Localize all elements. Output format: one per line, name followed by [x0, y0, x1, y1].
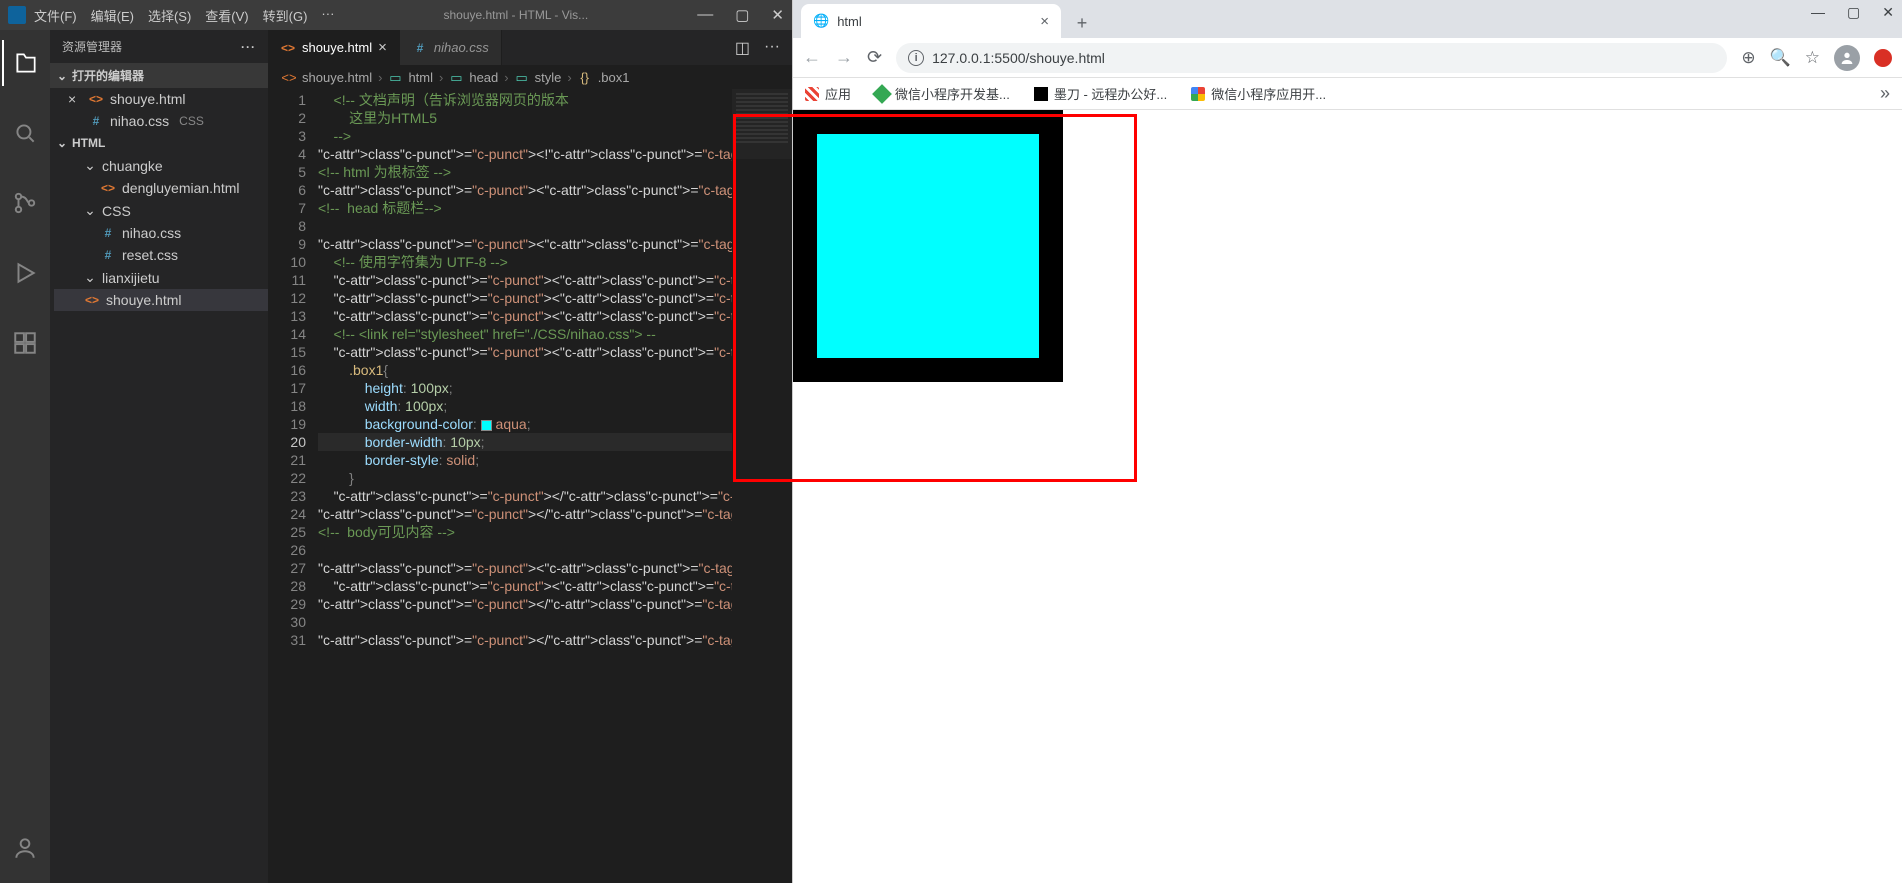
menu-bar[interactable]: 文件(F) 编辑(E) 选择(S) 查看(V) 转到(G) ··· — [34, 6, 334, 25]
chevron-down-icon: ⌄ — [56, 69, 68, 83]
forward-button[interactable]: → — [835, 47, 853, 68]
bookmark-item[interactable]: 应用 — [805, 84, 851, 103]
breadcrumb[interactable]: <>shouye.html › ▭html › ▭head › ▭style ›… — [268, 66, 792, 89]
block-icon: ▭ — [515, 71, 529, 85]
file-item[interactable]: <>dengluyemian.html — [54, 177, 268, 199]
chevron-down-icon: ⌄ — [84, 202, 96, 219]
accounts-icon[interactable] — [2, 825, 48, 871]
file-item[interactable]: #reset.css — [54, 244, 268, 266]
zoom-icon[interactable]: 🔍 — [1770, 48, 1791, 68]
split-editor-icon[interactable]: ◫ — [735, 38, 750, 58]
sidebar-title: 资源管理器 — [62, 38, 122, 55]
menu-select[interactable]: 选择(S) — [148, 6, 191, 25]
html-file-icon: <> — [100, 180, 116, 196]
editor-tabs: <> shouye.html × # nihao.css ◫ ··· — [268, 30, 792, 66]
open-editor-item[interactable]: × <> shouye.html — [54, 88, 268, 110]
menu-more[interactable]: ··· — [321, 6, 334, 25]
new-tab-button[interactable]: + — [1067, 8, 1097, 38]
menu-view[interactable]: 查看(V) — [205, 6, 248, 25]
source-control-icon[interactable] — [2, 180, 48, 226]
tab-nihao[interactable]: # nihao.css — [400, 30, 502, 65]
vscode-logo-icon — [8, 6, 26, 24]
section-open-editors[interactable]: ⌄ 打开的编辑器 — [50, 63, 268, 88]
run-debug-icon[interactable] — [2, 250, 48, 296]
folder-chuangke[interactable]: ⌄chuangke — [54, 154, 268, 177]
html-file-icon: <> — [280, 40, 296, 56]
folder-css[interactable]: ⌄CSS — [54, 199, 268, 222]
bookmark-icon — [805, 87, 819, 101]
html-file-icon: <> — [88, 91, 104, 107]
file-item[interactable]: #nihao.css — [54, 222, 268, 244]
menu-goto[interactable]: 转到(G) — [263, 6, 308, 25]
close-tab-icon[interactable]: × — [378, 39, 387, 56]
activity-bar — [0, 30, 50, 883]
bookmarks-overflow-icon[interactable]: » — [1880, 83, 1890, 104]
sidebar-more-icon[interactable]: ··· — [241, 40, 256, 54]
browser-tab-strip: 🌐 html × + — ▢ ✕ — [793, 0, 1902, 38]
address-bar[interactable]: i 127.0.0.1:5500/shouye.html — [896, 43, 1727, 73]
brace-icon: {} — [578, 71, 592, 85]
css-file-icon: # — [100, 225, 116, 241]
maximize-icon[interactable]: ▢ — [1847, 4, 1860, 21]
close-window-icon[interactable]: ✕ — [771, 6, 784, 24]
html-file-icon: <> — [282, 71, 296, 85]
bookmark-icon — [872, 84, 892, 104]
minimize-icon[interactable]: — — [1811, 4, 1825, 21]
rendered-box1 — [793, 110, 1063, 382]
browser-tab[interactable]: 🌐 html × — [801, 4, 1061, 38]
profile-avatar-icon[interactable] — [1834, 45, 1860, 71]
css-file-icon: # — [88, 113, 104, 129]
site-info-icon[interactable]: i — [908, 50, 924, 66]
browser-window: 🌐 html × + — ▢ ✕ ← → ⟳ i 127.0.0.1:5500/… — [792, 0, 1902, 883]
explorer-icon[interactable] — [2, 40, 48, 86]
block-icon: ▭ — [449, 71, 463, 85]
translate-icon[interactable]: ⊕ — [1741, 48, 1755, 68]
bookmark-icon — [1034, 87, 1048, 101]
html-file-icon: <> — [84, 292, 100, 308]
update-indicator-icon[interactable] — [1874, 49, 1892, 67]
sidebar-explorer: 资源管理器 ··· ⌄ 打开的编辑器 × <> shouye.html # ni… — [50, 30, 268, 883]
reload-button[interactable]: ⟳ — [867, 47, 882, 68]
open-editor-item[interactable]: # nihao.css CSS — [54, 110, 268, 132]
tab-shouye[interactable]: <> shouye.html × — [268, 30, 400, 65]
window-title: shouye.html - HTML - Vis... — [334, 8, 697, 22]
bookmark-item[interactable]: 墨刀 - 远程办公好... — [1034, 84, 1167, 103]
editor-group: <> shouye.html × # nihao.css ◫ ··· <>sho… — [268, 30, 792, 883]
bookmark-item[interactable]: 微信小程序应用开... — [1191, 84, 1326, 103]
css-file-icon: # — [100, 247, 116, 263]
bookmark-star-icon[interactable]: ☆ — [1805, 48, 1820, 68]
minimize-icon[interactable]: — — [697, 6, 713, 24]
section-project[interactable]: ⌄ HTML — [50, 132, 268, 154]
vscode-titlebar: 文件(F) 编辑(E) 选择(S) 查看(V) 转到(G) ··· shouye… — [0, 0, 792, 30]
editor-more-icon[interactable]: ··· — [764, 38, 780, 58]
minimap[interactable] — [732, 89, 792, 883]
close-icon[interactable]: × — [68, 91, 82, 107]
extensions-icon[interactable] — [2, 320, 48, 366]
code-editor[interactable]: 1234567891011121314151617181920212223242… — [268, 89, 792, 883]
page-viewport — [793, 110, 1902, 883]
maximize-icon[interactable]: ▢ — [735, 6, 749, 24]
menu-file[interactable]: 文件(F) — [34, 6, 77, 25]
bookmark-item[interactable]: 微信小程序开发基... — [875, 84, 1010, 103]
search-icon[interactable] — [2, 110, 48, 156]
chevron-down-icon: ⌄ — [56, 136, 68, 150]
bookmarks-bar: 应用 微信小程序开发基... 墨刀 - 远程办公好... 微信小程序应用开...… — [793, 78, 1902, 110]
browser-toolbar: ← → ⟳ i 127.0.0.1:5500/shouye.html ⊕ 🔍 ☆ — [793, 38, 1902, 78]
chevron-down-icon: ⌄ — [84, 269, 96, 286]
menu-edit[interactable]: 编辑(E) — [91, 6, 134, 25]
close-window-icon[interactable]: ✕ — [1882, 4, 1894, 21]
close-tab-icon[interactable]: × — [1040, 13, 1049, 30]
bookmark-icon — [1191, 87, 1205, 101]
file-shouye[interactable]: <>shouye.html — [54, 289, 268, 311]
chevron-down-icon: ⌄ — [84, 157, 96, 174]
folder-lianxijietu[interactable]: ⌄lianxijietu — [54, 266, 268, 289]
back-button[interactable]: ← — [803, 47, 821, 68]
globe-icon: 🌐 — [813, 13, 829, 29]
css-file-icon: # — [412, 40, 428, 56]
block-icon: ▭ — [388, 71, 402, 85]
